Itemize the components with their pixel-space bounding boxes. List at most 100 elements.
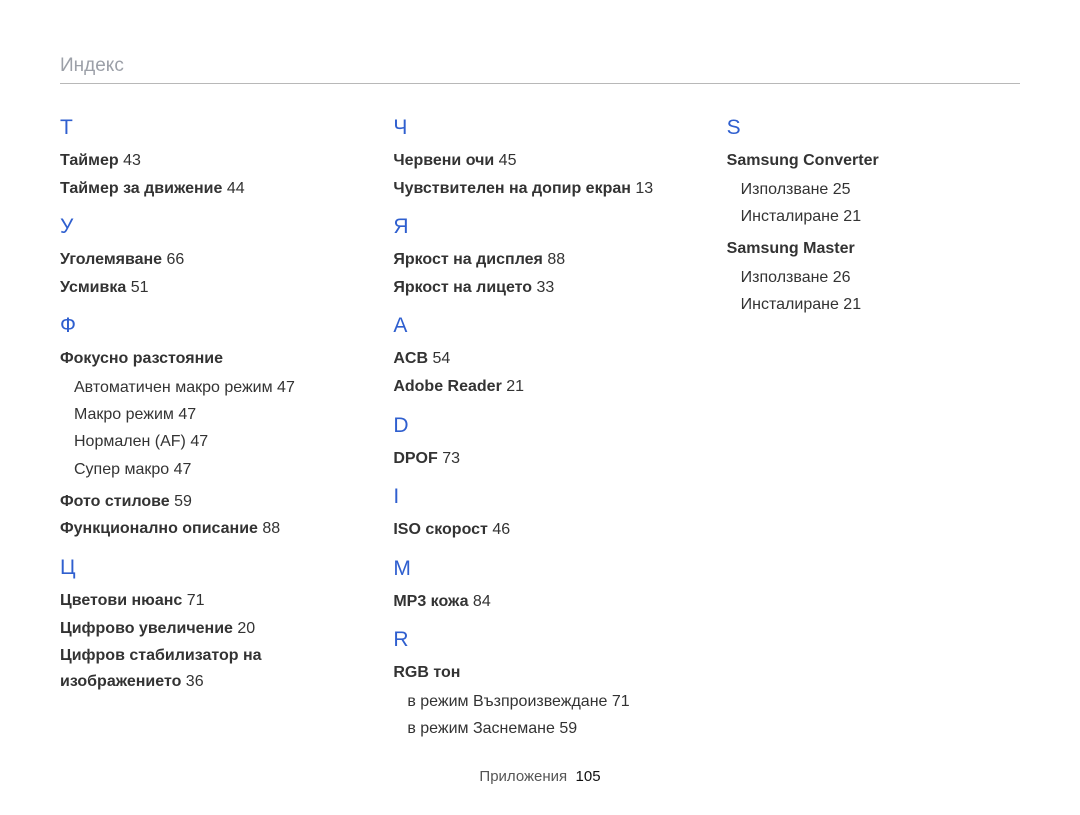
- index-sub-page: 21: [843, 296, 861, 313]
- index-sub-page: 21: [843, 208, 861, 225]
- index-page: Индекс ТТаймер 43Таймер за движение 44УУ…: [0, 0, 1080, 815]
- index-entry[interactable]: Уголемяване 66: [60, 247, 353, 273]
- index-sub-entry[interactable]: Използване 25: [741, 176, 1020, 203]
- index-entry[interactable]: Яркост на дисплея 88: [393, 247, 686, 273]
- index-entry-label: Фото стилове: [60, 493, 170, 510]
- index-column: ЧЧервени очи 45Чувствителен на допир екр…: [393, 102, 686, 748]
- index-entry-label: MP3 кожа: [393, 593, 468, 610]
- index-letter-heading: R: [393, 628, 686, 652]
- index-entry[interactable]: ACB 54: [393, 346, 686, 372]
- index-letter-heading: D: [393, 414, 686, 438]
- index-entry-label: Усмивка: [60, 279, 126, 296]
- index-entry-label: Таймер: [60, 152, 119, 169]
- index-sub-entry[interactable]: Супер макро 47: [74, 456, 353, 483]
- index-sub-entry[interactable]: Нормален (AF) 47: [74, 428, 353, 455]
- index-sub-entry[interactable]: Инсталиране 21: [741, 203, 1020, 230]
- index-entry-label: Функционално описание: [60, 520, 258, 537]
- index-sub-list: Автоматичен макро режим 47Макро режим 47…: [74, 374, 353, 483]
- index-entry-page: 84: [473, 593, 491, 610]
- index-entry-page: 88: [262, 520, 280, 537]
- index-entry-label: Samsung Converter: [727, 152, 879, 169]
- index-entry-label: ISO скорост: [393, 521, 488, 538]
- index-sub-page: 71: [612, 693, 630, 710]
- index-sub-label: Супер макро: [74, 461, 169, 478]
- index-letter-heading: Я: [393, 215, 686, 239]
- index-entry-label: Цветови нюанс: [60, 592, 182, 609]
- index-sub-page: 47: [190, 433, 208, 450]
- index-sub-label: Използване: [741, 269, 829, 286]
- index-entry-page: 46: [492, 521, 510, 538]
- index-sub-entry[interactable]: Инсталиране 21: [741, 291, 1020, 318]
- index-entry-label: Цифров стабилизатор на изображението: [60, 647, 262, 690]
- index-entry[interactable]: Samsung Converter: [727, 148, 1020, 174]
- index-entry-page: 36: [186, 673, 204, 690]
- index-sub-entry[interactable]: в режим Възпроизвеждане 71: [407, 688, 686, 715]
- index-sub-label: Инсталиране: [741, 296, 839, 313]
- index-entry[interactable]: Таймер за движение 44: [60, 176, 353, 202]
- index-entry-label: RGB тон: [393, 664, 460, 681]
- index-letter-heading: Ф: [60, 314, 353, 338]
- index-sub-list: Използване 25Инсталиране 21: [741, 176, 1020, 230]
- index-entry[interactable]: Фото стилове 59: [60, 489, 353, 515]
- page-title: Индекс: [60, 55, 1020, 77]
- index-entry[interactable]: Чувствителен на допир екран 13: [393, 176, 686, 202]
- divider: [60, 83, 1020, 84]
- index-entry-page: 59: [174, 493, 192, 510]
- index-entry[interactable]: Samsung Master: [727, 236, 1020, 262]
- index-column: ТТаймер 43Таймер за движение 44УУголемяв…: [60, 102, 353, 748]
- index-entry-page: 44: [227, 180, 245, 197]
- index-entry-page: 33: [537, 279, 555, 296]
- index-letter-heading: I: [393, 485, 686, 509]
- index-sub-label: в режим Заснемане: [407, 720, 555, 737]
- index-sub-entry[interactable]: Използване 26: [741, 264, 1020, 291]
- index-sub-label: Използване: [741, 181, 829, 198]
- index-letter-heading: Ч: [393, 116, 686, 140]
- index-entry[interactable]: Усмивка 51: [60, 275, 353, 301]
- index-letter-heading: A: [393, 314, 686, 338]
- index-entry-label: Чувствителен на допир екран: [393, 180, 631, 197]
- index-entry-label: Уголемяване: [60, 251, 162, 268]
- index-sub-entry[interactable]: Макро режим 47: [74, 401, 353, 428]
- index-entry[interactable]: Яркост на лицето 33: [393, 275, 686, 301]
- index-entry-page: 20: [237, 620, 255, 637]
- index-entry[interactable]: MP3 кожа 84: [393, 589, 686, 615]
- index-sub-page: 47: [178, 406, 196, 423]
- index-entry-page: 43: [123, 152, 141, 169]
- index-entry[interactable]: Червени очи 45: [393, 148, 686, 174]
- index-entry[interactable]: ISO скорост 46: [393, 517, 686, 543]
- index-entry-label: ACB: [393, 350, 428, 367]
- index-letter-heading: Т: [60, 116, 353, 140]
- index-entry-label: Цифрово увеличение: [60, 620, 233, 637]
- index-entry-page: 66: [167, 251, 185, 268]
- index-entry[interactable]: Фокусно разстояние: [60, 346, 353, 372]
- index-sub-label: Нормален (AF): [74, 433, 186, 450]
- index-entry[interactable]: Таймер 43: [60, 148, 353, 174]
- index-entry-label: Яркост на лицето: [393, 279, 532, 296]
- index-entry-page: 71: [187, 592, 205, 609]
- index-sub-list: Използване 26Инсталиране 21: [741, 264, 1020, 318]
- index-entry[interactable]: Функционално описание 88: [60, 516, 353, 542]
- index-entry[interactable]: Цветови нюанс 71: [60, 588, 353, 614]
- index-letter-heading: S: [727, 116, 1020, 140]
- index-sub-entry[interactable]: в режим Заснемане 59: [407, 715, 686, 742]
- index-entry-label: Adobe Reader: [393, 378, 501, 395]
- index-entry-label: Таймер за движение: [60, 180, 222, 197]
- footer-page-number: 105: [576, 768, 601, 785]
- index-sub-page: 47: [174, 461, 192, 478]
- index-sub-entry[interactable]: Автоматичен макро режим 47: [74, 374, 353, 401]
- index-letter-heading: M: [393, 557, 686, 581]
- footer-label: Приложения: [479, 768, 567, 785]
- index-entry[interactable]: Цифрово увеличение 20: [60, 616, 353, 642]
- index-entry-label: Яркост на дисплея: [393, 251, 543, 268]
- index-entry-page: 13: [635, 180, 653, 197]
- index-entry[interactable]: Adobe Reader 21: [393, 374, 686, 400]
- index-letter-heading: У: [60, 215, 353, 239]
- index-entry[interactable]: DPOF 73: [393, 446, 686, 472]
- index-columns: ТТаймер 43Таймер за движение 44УУголемяв…: [60, 102, 1020, 748]
- index-letter-heading: Ц: [60, 556, 353, 580]
- index-entry[interactable]: RGB тон: [393, 660, 686, 686]
- index-sub-page: 26: [833, 269, 851, 286]
- index-sub-page: 47: [277, 379, 295, 396]
- index-entry-page: 88: [547, 251, 565, 268]
- index-entry[interactable]: Цифров стабилизатор на изображението 36: [60, 643, 353, 694]
